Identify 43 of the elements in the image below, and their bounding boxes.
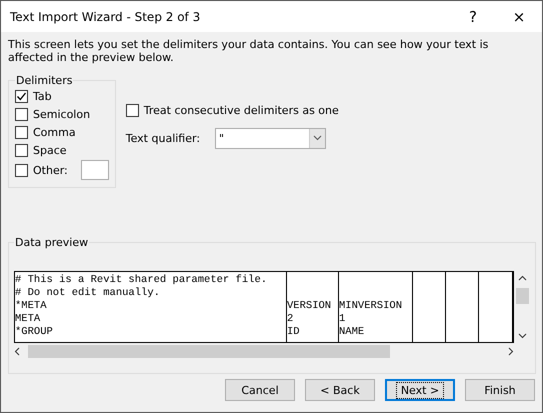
checkbox-label: Other:	[33, 164, 68, 176]
check-icon	[16, 90, 27, 102]
preview-cell-text: # This is a Revit shared parameter file.	[15, 274, 268, 287]
horizontal-scrollbar[interactable]	[14, 343, 514, 360]
preview-cell-text: MINVERSION	[339, 300, 404, 313]
dialog-button[interactable]: < Back	[305, 379, 375, 401]
group-title: Data preview	[14, 236, 90, 249]
close-button[interactable]: ×	[496, 1, 542, 32]
preview-cell-text: NAME	[339, 326, 366, 339]
preview-cell-text: # Do not edit manually.	[15, 287, 161, 300]
checkbox-label: Space	[33, 144, 67, 156]
preview-cell-text: VERSION	[287, 300, 332, 313]
qualifier-label: Text qualifier:	[126, 132, 200, 144]
checkbox[interactable]	[15, 144, 28, 156]
checkbox-label: Tab	[33, 90, 52, 102]
chevron-right-icon[interactable]	[508, 347, 514, 356]
checkbox-label: Comma	[33, 126, 76, 138]
chevron-up-icon[interactable]	[518, 275, 527, 281]
preview-cell-text: META	[15, 313, 42, 326]
checkbox-label: Semicolon	[33, 108, 90, 120]
checkbox[interactable]	[15, 108, 28, 120]
help-button[interactable]: ?	[450, 1, 496, 32]
dialog-button[interactable]: Next >	[385, 379, 455, 401]
preview-cell-text: *META	[15, 300, 48, 313]
checkbox[interactable]	[126, 104, 139, 116]
preview-cell-text: ID	[287, 326, 301, 339]
group-title: Delimiters	[15, 74, 74, 87]
dialog-button[interactable]: Finish	[465, 379, 535, 401]
checkbox-label: Treat consecutive delimiters as one	[144, 104, 339, 116]
checkbox[interactable]	[15, 126, 28, 138]
checkbox[interactable]	[15, 164, 28, 176]
preview-cell-text: 1	[339, 313, 346, 326]
chevron-left-icon[interactable]	[14, 347, 20, 356]
qualifier-dropdown[interactable]: "	[215, 128, 326, 148]
chevron-down-icon	[313, 135, 322, 141]
checkbox[interactable]	[15, 90, 28, 102]
chevron-down-icon[interactable]	[518, 333, 527, 339]
preview-cell-text: *GROUP	[15, 326, 54, 339]
dialog-button[interactable]: Cancel	[225, 379, 295, 401]
preview-cell-text: 2	[287, 313, 294, 326]
other-delimiter-field[interactable]	[80, 160, 109, 180]
window-title: Text Import Wizard - Step 2 of 3	[10, 10, 202, 24]
description-text: This screen lets you set the delimiters your data contains. You can see how your text is affected in the preview below.	[8, 38, 490, 66]
